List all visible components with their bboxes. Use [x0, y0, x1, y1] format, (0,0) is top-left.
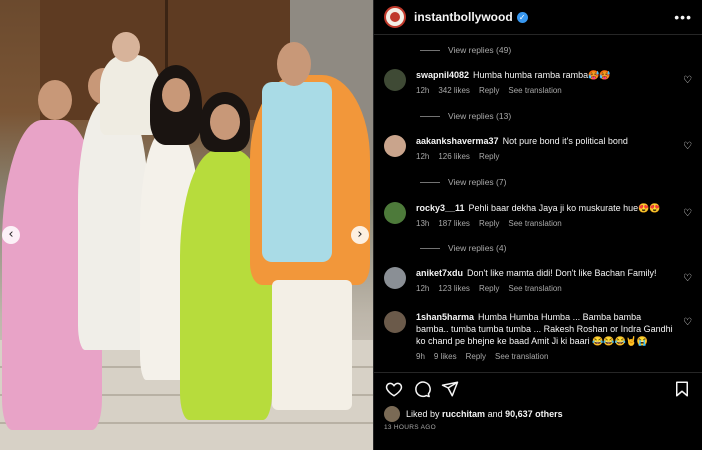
- commenter-avatar[interactable]: [384, 69, 406, 91]
- photo-figure-head: [277, 42, 311, 86]
- more-options-button[interactable]: •••: [674, 9, 692, 25]
- comment-text: Pehli baar dekha Jaya ji ko muskurate hu…: [468, 203, 661, 213]
- likes-count-link[interactable]: 90,637 others: [505, 409, 563, 419]
- photo-figure: [78, 100, 148, 350]
- paper-plane-icon: [441, 381, 459, 396]
- comment-item: 1shan5harma Humba Humba Humba ... Bamba b…: [384, 311, 692, 363]
- save-button[interactable]: [672, 379, 692, 399]
- photo-figure-head: [162, 78, 190, 112]
- heart-icon[interactable]: ♡: [683, 141, 692, 163]
- reply-button[interactable]: Reply: [466, 352, 486, 361]
- comment-likes[interactable]: 187 likes: [438, 219, 470, 228]
- comment-time: 12h: [416, 86, 430, 95]
- comment-time: 13h: [416, 219, 430, 228]
- view-replies-link[interactable]: View replies (7): [420, 177, 506, 187]
- next-photo-button[interactable]: ›: [351, 226, 369, 244]
- commenter-avatar[interactable]: [384, 267, 406, 289]
- account-logo-mark: [390, 12, 400, 22]
- commenter-avatar[interactable]: [384, 135, 406, 157]
- post-header: instantbollywood ✓ •••: [374, 0, 702, 35]
- heart-icon[interactable]: ♡: [683, 208, 692, 230]
- post-timestamp: 13 HOURS AGO: [384, 424, 437, 431]
- commenter-avatar[interactable]: [384, 311, 406, 333]
- post-photo: ‹ ›: [0, 0, 373, 450]
- commenter-avatar[interactable]: [384, 202, 406, 224]
- comment-bubble-icon: [415, 380, 431, 397]
- liked-by-and: and: [487, 409, 503, 419]
- see-translation-link[interactable]: See translation: [495, 352, 548, 361]
- comment-time: 9h: [416, 352, 425, 361]
- photo-figure-head: [38, 80, 72, 120]
- see-translation-link[interactable]: See translation: [508, 284, 561, 293]
- photo-figure-head: [210, 104, 240, 140]
- liked-by-user[interactable]: rucchitam: [442, 409, 485, 419]
- heart-icon[interactable]: ♡: [683, 273, 692, 295]
- view-replies-link[interactable]: View replies (13): [420, 111, 511, 121]
- comment-item: aniket7xdu Don't like mamta didi! Don't l…: [384, 267, 692, 295]
- liked-by-row: Liked by rucchitam and 90,637 others: [384, 406, 563, 422]
- reply-button[interactable]: Reply: [479, 219, 499, 228]
- comment-likes[interactable]: 9 likes: [434, 352, 457, 361]
- see-translation-link[interactable]: See translation: [508, 86, 561, 95]
- comment-username[interactable]: aakankshaverma37: [416, 136, 499, 146]
- reply-button[interactable]: Reply: [479, 152, 499, 161]
- share-button[interactable]: [440, 379, 460, 399]
- comment-likes[interactable]: 342 likes: [438, 86, 470, 95]
- prev-photo-button[interactable]: ‹: [2, 226, 20, 244]
- comment-likes[interactable]: 123 likes: [438, 284, 470, 293]
- comment-likes[interactable]: 126 likes: [438, 152, 470, 161]
- like-button[interactable]: [384, 379, 404, 399]
- comment-time: 12h: [416, 152, 430, 161]
- comments-list: View replies (49) swapnil4082 Humba humba…: [374, 36, 702, 371]
- comment-text: Don't like mamta didi! Don't like Bachan…: [467, 268, 657, 278]
- view-replies-link[interactable]: View replies (49): [420, 45, 511, 55]
- post-actions-bar: [374, 372, 702, 404]
- view-replies-link[interactable]: View replies (4): [420, 243, 506, 253]
- comment-username[interactable]: 1shan5harma: [416, 312, 474, 322]
- comment-time: 12h: [416, 284, 430, 293]
- see-translation-link[interactable]: See translation: [508, 219, 561, 228]
- heart-icon[interactable]: ♡: [683, 317, 692, 363]
- comment-item: aakankshaverma37 Not pure bond it's polit…: [384, 135, 692, 163]
- bookmark-icon: [676, 381, 688, 396]
- comment-text: Humba humba ramba ramba🥵🥵: [473, 70, 611, 80]
- comment-item: swapnil4082 Humba humba ramba ramba🥵🥵 12h…: [384, 69, 692, 97]
- liked-by-prefix: Liked by: [406, 409, 440, 419]
- account-avatar[interactable]: [384, 6, 406, 28]
- comment-username[interactable]: swapnil4082: [416, 70, 469, 80]
- liker-avatar[interactable]: [384, 406, 400, 422]
- photo-figure: [272, 280, 352, 410]
- comment-item: rocky3__11 Pehli baar dekha Jaya ji ko mu…: [384, 202, 692, 230]
- photo-figure-head: [112, 32, 140, 62]
- photo-figure: [262, 82, 332, 262]
- reply-button[interactable]: Reply: [479, 86, 499, 95]
- comment-username[interactable]: rocky3__11: [416, 203, 465, 213]
- post-panel: instantbollywood ✓ ••• View replies (49)…: [373, 0, 702, 450]
- comment-username[interactable]: aniket7xdu: [416, 268, 463, 278]
- heart-icon[interactable]: ♡: [683, 75, 692, 97]
- heart-icon: [385, 382, 403, 397]
- post-username[interactable]: instantbollywood: [414, 10, 513, 24]
- comment-text: Not pure bond it's political bond: [502, 136, 628, 146]
- reply-button[interactable]: Reply: [479, 284, 499, 293]
- comment-button[interactable]: [412, 379, 432, 399]
- verified-badge-icon: ✓: [516, 11, 528, 23]
